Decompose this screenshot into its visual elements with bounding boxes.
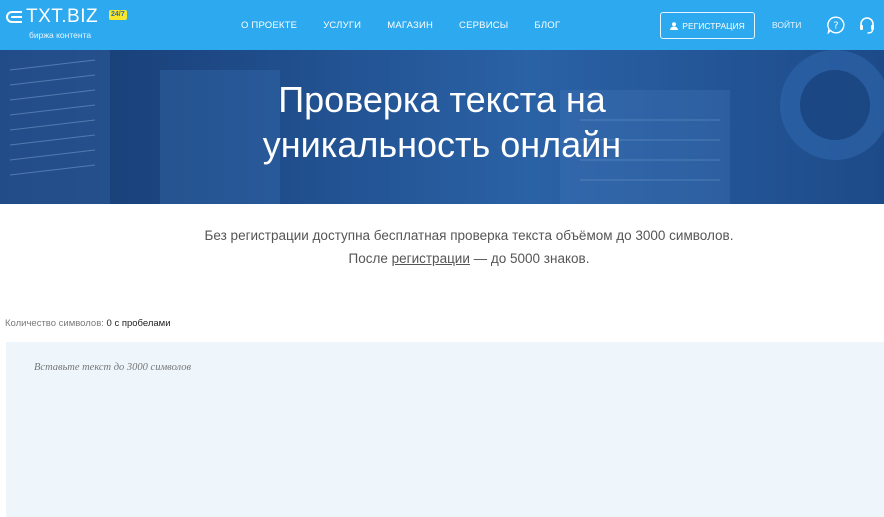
character-counter-value: 0 с пробелами [106,318,171,329]
register-button[interactable]: РЕГИСТРАЦИЯ [660,12,755,39]
site-header: TXT.BIZ 24/7 биржа контента О ПРОЕКТЕ УС… [0,0,884,50]
page-title: Проверка текста на уникальность онлайн [0,77,884,167]
svg-text:?: ? [833,21,838,32]
character-counter-label: Количество символов: [5,318,104,329]
info-text: Без регистрации доступна бесплатная пров… [0,224,884,270]
headset-icon[interactable] [858,16,876,34]
nav-item-about[interactable]: О ПРОЕКТЕ [241,20,297,31]
page-title-line-1: Проверка текста на [278,79,606,120]
registration-link[interactable]: регистрации [392,251,470,266]
nav-item-services[interactable]: УСЛУГИ [323,20,361,31]
nav-item-shop[interactable]: МАГАЗИН [387,20,433,31]
info-line-2-prefix: После [348,251,392,266]
logo-mark-icon [6,11,22,23]
hero-banner: Проверка текста на уникальность онлайн [0,50,884,204]
logo-badge: 24/7 [109,10,127,20]
nav-item-tools[interactable]: СЕРВИСЫ [459,20,508,31]
info-line-1: Без регистрации доступна бесплатная пров… [204,228,734,243]
info-line-2-suffix: — до 5000 знаков. [469,251,590,266]
register-label: РЕГИСТРАЦИЯ [682,20,745,31]
help-icon[interactable]: ? [827,16,845,34]
logo-subtitle: биржа контента [29,30,92,40]
logo[interactable]: TXT.BIZ 24/7 биржа контента [5,6,135,46]
main-nav: О ПРОЕКТЕ УСЛУГИ МАГАЗИН СЕРВИСЫ БЛОГ [241,0,586,50]
text-input[interactable] [6,342,884,517]
logo-wordmark: TXT.BIZ [5,6,98,28]
info-line-2: После регистрации — до 5000 знаков. [0,247,884,270]
logo-text: TXT.BIZ [26,6,99,27]
character-counter: Количество символов: 0 с пробелами [5,318,171,329]
page-title-line-2: уникальность онлайн [262,124,622,165]
login-link[interactable]: ВОЙТИ [772,20,801,30]
user-icon [670,21,679,30]
nav-item-blog[interactable]: БЛОГ [534,20,560,31]
